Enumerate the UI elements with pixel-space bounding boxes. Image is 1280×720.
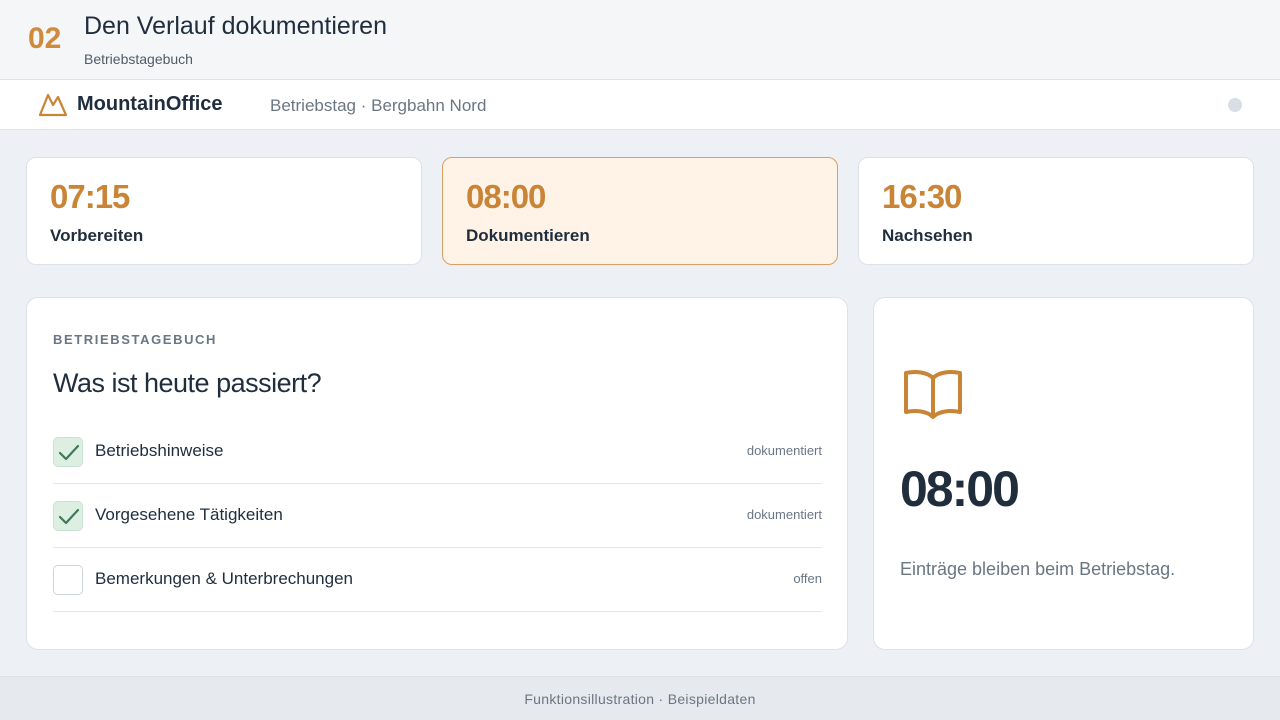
summary-note: Einträge bleiben beim Betriebstag. [900,559,1176,579]
item-label: Vorgesehene Tätigkeiten [95,505,283,524]
app-bar: MountainOffice Betriebstag · Bergbahn No… [0,80,1280,130]
timeline-step-document[interactable]: 08:00 Dokumentieren [442,157,838,265]
timeline-label: Nachsehen [882,226,973,245]
context-label: Betriebstag · Bergbahn Nord [270,96,487,115]
journal-eyebrow: BETRIEBSTAGEBUCH [53,332,218,347]
check-icon [58,508,80,525]
item-label: Betriebshinweise [95,441,224,460]
item-status: dokumentiert [746,443,822,458]
check-icon [58,444,80,461]
item-label: Bemerkungen & Unterbrechungen [95,569,353,588]
journal-panel: BETRIEBSTAGEBUCH Was ist heute passiert?… [26,297,848,650]
checkbox-planned-tasks[interactable] [53,501,83,531]
step-subtitle: Betriebstagebuch [84,51,193,67]
step-header: 02 Den Verlauf dokumentieren Betriebstag… [0,0,1280,80]
step-title: Den Verlauf dokumentieren [84,12,387,40]
journal-question: Was ist heute passiert? [53,368,322,398]
list-item: Betriebshinweise dokumentiert [53,420,822,484]
list-item: Bemerkungen & Unterbrechungen offen [53,548,822,612]
step-number: 02 [28,22,62,55]
list-item: Vorgesehene Tätigkeiten dokumentiert [53,484,822,548]
summary-panel: 08:00 Einträge bleiben beim Betriebstag. [873,297,1254,650]
checkbox-operating-notes[interactable] [53,437,83,467]
item-status: offen [793,571,822,586]
mountain-icon [38,93,68,117]
timeline-time: 07:15 [50,178,130,215]
timeline-time: 08:00 [466,178,546,215]
current-time: 08:00 [900,461,1020,517]
timeline-label: Vorbereiten [50,226,144,245]
status-indicator [1228,98,1242,112]
timeline-step-prepare[interactable]: 07:15 Vorbereiten [26,157,422,265]
footer: Funktionsillustration · Beispieldaten [0,676,1280,720]
checkbox-remarks-interruptions[interactable] [53,565,83,595]
timeline-label: Dokumentieren [466,226,590,245]
timeline-time: 16:30 [882,178,962,215]
journal-list: Betriebshinweise dokumentiert Vorgesehen… [53,420,822,612]
brand-name: MountainOffice [77,93,223,115]
book-icon [904,370,962,419]
timeline-step-review[interactable]: 16:30 Nachsehen [858,157,1254,265]
item-status: dokumentiert [746,507,822,522]
footer-text: Funktionsillustration · Beispieldaten [524,691,756,707]
